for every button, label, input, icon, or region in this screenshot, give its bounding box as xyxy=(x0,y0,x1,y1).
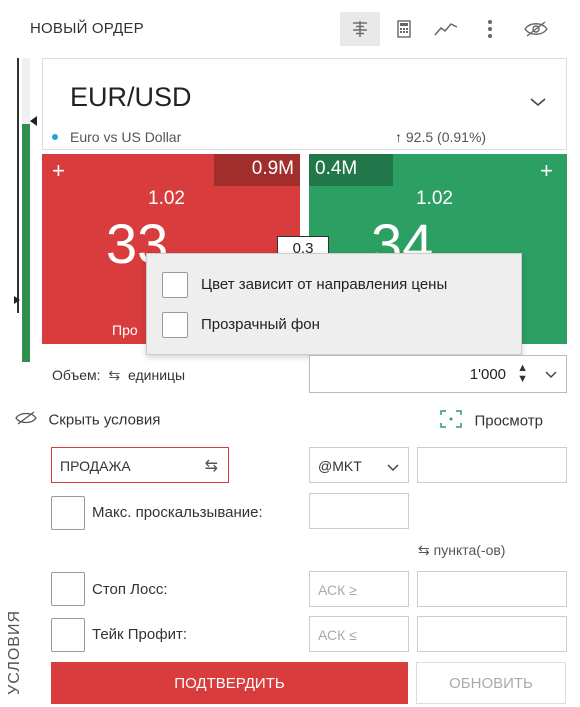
order-side-select[interactable]: ПРОДАЖА ⇆ xyxy=(51,447,229,483)
take-profit-placeholder: АСК ≤ xyxy=(318,627,357,643)
volume-label-text: Объем: xyxy=(52,367,101,383)
slippage-label: Макс. проскальзывание: xyxy=(92,504,263,521)
stop-loss-label: Стоп Лосс: xyxy=(92,581,168,598)
instrument-description: Euro vs US Dollar xyxy=(70,129,182,145)
preview-icon xyxy=(440,410,462,433)
sell-price-top: 1.02 xyxy=(148,188,185,209)
points-label: пункта(-ов) xyxy=(433,542,506,558)
conditions-vertical-label: УСЛОВИЯ xyxy=(6,610,23,695)
take-profit-points-input[interactable] xyxy=(417,616,567,652)
tile-settings-popup: Цвет зависит от направления цены Прозрач… xyxy=(146,253,522,355)
arrow-up-icon: ↑ xyxy=(395,129,402,145)
slippage-input[interactable] xyxy=(309,493,409,529)
calculator-icon[interactable] xyxy=(384,12,424,46)
points-toggle[interactable]: ⇆ пункта(-ов) xyxy=(418,542,505,559)
volume-input[interactable]: 1'000 ▲ ▼ xyxy=(309,355,567,393)
buy-volume: 0.4M xyxy=(309,154,393,186)
order-type-select[interactable]: @MKT xyxy=(309,447,409,483)
hide-eye-icon xyxy=(14,410,38,431)
stop-loss-placeholder: АСК ≥ xyxy=(318,582,357,598)
price-change-value: 92.5 (0.91%) xyxy=(405,129,487,145)
depth-marker-top xyxy=(30,116,37,126)
price-color-label: Цвет зависит от направления цены xyxy=(201,276,448,293)
volume-label: Объем: ⇆ единицы xyxy=(52,367,185,384)
preview-label: Просмотр xyxy=(474,412,543,430)
transparent-bg-checkbox[interactable] xyxy=(162,312,188,338)
preview-toggle[interactable]: Просмотр xyxy=(440,410,543,433)
sell-label: Про xyxy=(112,322,138,338)
panel-title: НОВЫЙ ОРДЕР xyxy=(30,20,144,37)
hide-icon[interactable] xyxy=(516,12,556,46)
order-type-value: @MKT xyxy=(318,458,362,474)
chart-icon[interactable] xyxy=(426,12,466,46)
order-header: НОВЫЙ ОРДЕР xyxy=(0,0,580,56)
hide-conditions-label: Скрыть условия xyxy=(48,411,161,429)
buy-price-top: 1.02 xyxy=(416,188,453,209)
stop-loss-price-input[interactable]: АСК ≥ xyxy=(309,571,409,607)
volume-units[interactable]: единицы xyxy=(128,367,185,383)
depth-marker-bottom xyxy=(14,296,20,304)
order-side-value: ПРОДАЖА xyxy=(60,458,131,474)
status-dot-icon xyxy=(52,134,58,140)
slippage-checkbox[interactable] xyxy=(51,496,85,530)
points-swap-icon: ⇆ xyxy=(418,542,430,558)
buy-plus-button[interactable]: + xyxy=(540,160,553,182)
swap-side-icon[interactable]: ⇆ xyxy=(205,456,218,476)
sell-plus-button[interactable]: + xyxy=(52,160,65,182)
stepper-icon[interactable]: ▲ ▼ xyxy=(517,363,528,385)
stop-loss-points-input[interactable] xyxy=(417,571,567,607)
transparent-bg-label: Прозрачный фон xyxy=(201,316,320,333)
swap-icon[interactable]: ⇆ xyxy=(108,367,120,383)
take-profit-checkbox[interactable] xyxy=(51,618,85,652)
more-icon[interactable] xyxy=(470,12,510,46)
take-profit-price-input[interactable]: АСК ≤ xyxy=(309,616,409,652)
volume-dropdown-icon[interactable] xyxy=(544,367,558,385)
hide-conditions-toggle[interactable]: Скрыть условия xyxy=(14,410,160,431)
update-button[interactable]: ОБНОВИТЬ xyxy=(416,662,566,704)
order-price-input[interactable] xyxy=(417,447,567,483)
depth-axis xyxy=(17,58,19,313)
stop-loss-checkbox[interactable] xyxy=(51,572,85,606)
confirm-button[interactable]: ПОДТВЕРДИТЬ xyxy=(51,662,408,704)
price-change: ↑ 92.5 (0.91%) xyxy=(395,129,486,145)
layout-icon[interactable] xyxy=(340,12,380,46)
volume-value: 1'000 xyxy=(469,366,506,383)
price-color-checkbox[interactable] xyxy=(162,272,188,298)
take-profit-label: Тейк Профит: xyxy=(92,626,187,643)
chevron-down-icon[interactable] xyxy=(528,95,548,113)
instrument-symbol: EUR/USD xyxy=(70,82,192,112)
depth-bar xyxy=(22,58,30,362)
order-type-chevron-icon xyxy=(386,460,400,478)
sell-volume: 0.9M xyxy=(214,154,300,186)
